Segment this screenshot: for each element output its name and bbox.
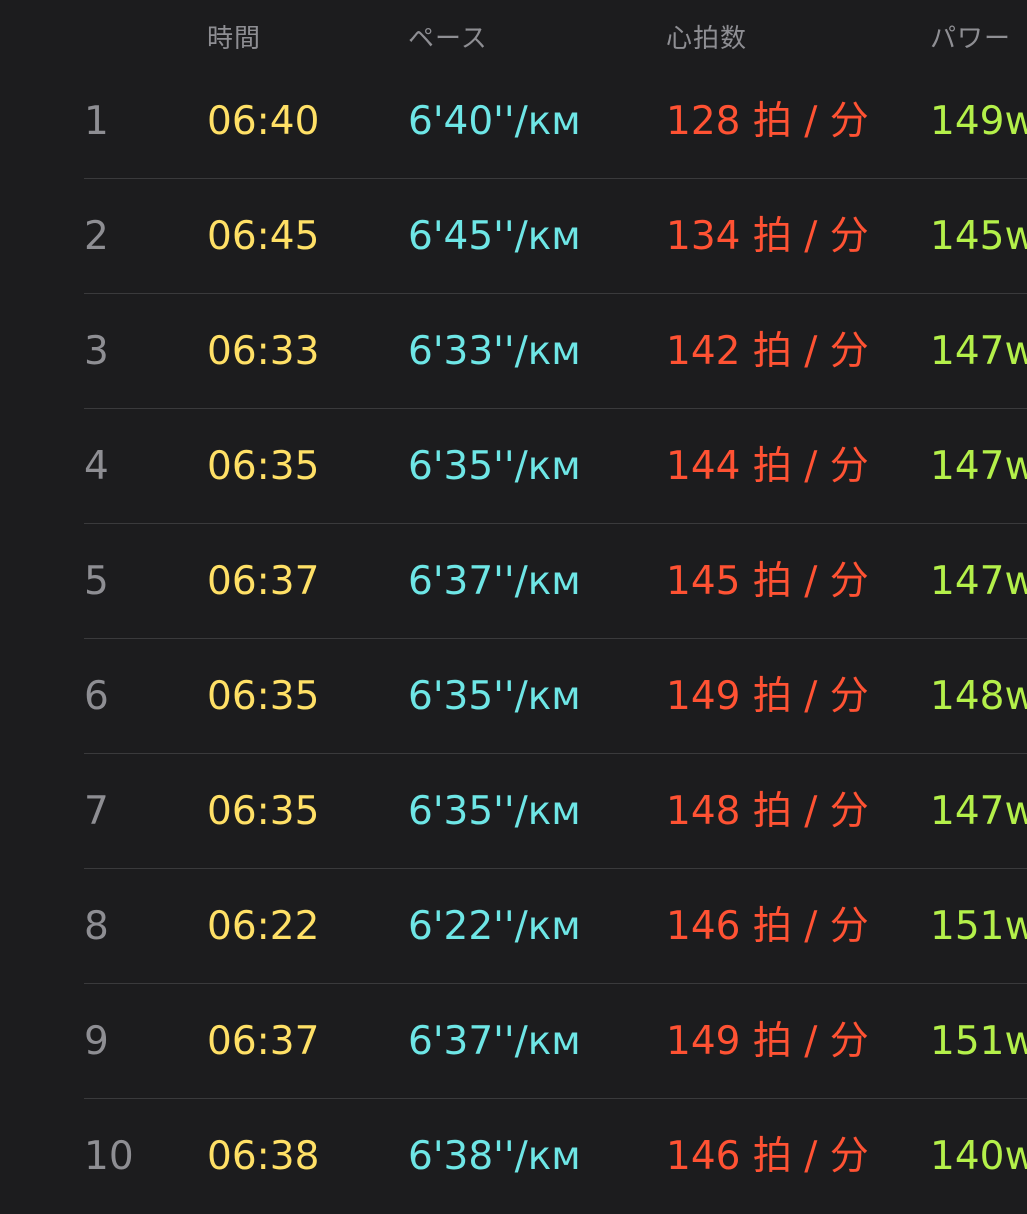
table-row[interactable]: 8 06:22 6'22''/км 146 拍 / 分 151w: [0, 869, 1027, 984]
split-heart-rate: 128 拍 / 分: [666, 99, 869, 144]
split-heart-rate: 145 拍 / 分: [666, 559, 869, 604]
split-pace: 6'35''/км: [408, 444, 581, 489]
table-row[interactable]: 10 06:38 6'38''/км 146 拍 / 分 140w: [0, 1099, 1027, 1214]
split-heart-rate: 144 拍 / 分: [666, 444, 869, 489]
split-index: 10: [84, 1134, 134, 1179]
table-row[interactable]: 2 06:45 6'45''/км 134 拍 / 分 145w: [0, 179, 1027, 294]
split-power: 148w: [930, 674, 1027, 719]
header-pace: ペース: [408, 24, 488, 54]
split-time: 06:35: [207, 444, 320, 489]
split-time: 06:45: [207, 214, 320, 259]
split-index: 1: [84, 99, 109, 144]
split-heart-rate: 142 拍 / 分: [666, 329, 869, 374]
header-time: 時間: [207, 24, 262, 54]
split-power: 147w: [930, 444, 1027, 489]
split-pace: 6'33''/км: [408, 329, 581, 374]
split-time: 06:33: [207, 329, 320, 374]
split-index: 9: [84, 1019, 109, 1064]
split-heart-rate: 146 拍 / 分: [666, 1134, 869, 1179]
split-time: 06:35: [207, 674, 320, 719]
split-heart-rate: 146 拍 / 分: [666, 904, 869, 949]
split-pace: 6'40''/км: [408, 99, 581, 144]
table-row[interactable]: 5 06:37 6'37''/км 145 拍 / 分 147w: [0, 524, 1027, 639]
split-pace: 6'37''/км: [408, 559, 581, 604]
split-index: 6: [84, 674, 109, 719]
table-header: 時間 ペース 心拍数 パワー: [0, 0, 1027, 72]
split-power: 145w: [930, 214, 1027, 259]
split-time: 06:38: [207, 1134, 320, 1179]
split-power: 151w: [930, 904, 1027, 949]
split-pace: 6'22''/км: [408, 904, 581, 949]
split-pace: 6'37''/км: [408, 1019, 581, 1064]
split-index: 3: [84, 329, 109, 374]
split-pace: 6'38''/км: [408, 1134, 581, 1179]
split-pace: 6'35''/км: [408, 789, 581, 834]
split-heart-rate: 149 拍 / 分: [666, 674, 869, 719]
table-row[interactable]: 6 06:35 6'35''/км 149 拍 / 分 148w: [0, 639, 1027, 754]
split-power: 149w: [930, 99, 1027, 144]
split-heart-rate: 148 拍 / 分: [666, 789, 869, 834]
split-power: 140w: [930, 1134, 1027, 1179]
header-heart-rate: 心拍数: [666, 24, 748, 54]
split-index: 8: [84, 904, 109, 949]
split-index: 2: [84, 214, 109, 259]
split-index: 5: [84, 559, 109, 604]
table-row[interactable]: 4 06:35 6'35''/км 144 拍 / 分 147w: [0, 409, 1027, 524]
split-index: 7: [84, 789, 109, 834]
split-time: 06:40: [207, 99, 320, 144]
split-power: 147w: [930, 559, 1027, 604]
table-row[interactable]: 9 06:37 6'37''/км 149 拍 / 分 151w: [0, 984, 1027, 1099]
split-pace: 6'45''/км: [408, 214, 581, 259]
split-power: 151w: [930, 1019, 1027, 1064]
split-index: 4: [84, 444, 109, 489]
split-power: 147w: [930, 789, 1027, 834]
table-row[interactable]: 7 06:35 6'35''/км 148 拍 / 分 147w: [0, 754, 1027, 869]
split-time: 06:35: [207, 789, 320, 834]
table-row[interactable]: 3 06:33 6'33''/км 142 拍 / 分 147w: [0, 294, 1027, 409]
split-time: 06:37: [207, 1019, 320, 1064]
split-time: 06:37: [207, 559, 320, 604]
split-heart-rate: 149 拍 / 分: [666, 1019, 869, 1064]
split-power: 147w: [930, 329, 1027, 374]
header-power: パワー: [930, 24, 1012, 54]
split-time: 06:22: [207, 904, 320, 949]
table-row[interactable]: 1 06:40 6'40''/км 128 拍 / 分 149w: [0, 64, 1027, 179]
split-heart-rate: 134 拍 / 分: [666, 214, 869, 259]
split-pace: 6'35''/км: [408, 674, 581, 719]
